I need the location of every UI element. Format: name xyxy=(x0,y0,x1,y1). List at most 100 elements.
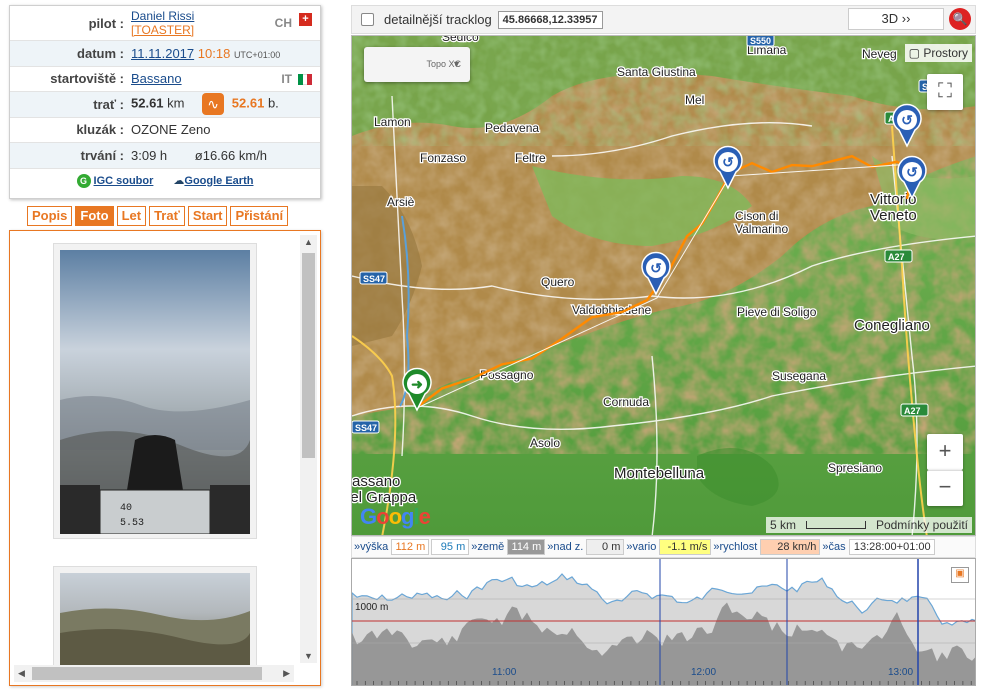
time-value: 13:28:00+01:00 xyxy=(848,539,935,555)
map-place-label: Cornuda xyxy=(603,395,649,409)
horizontal-scroll-thumb[interactable] xyxy=(32,667,262,680)
above-ground-label[interactable]: »nad z. xyxy=(547,541,583,553)
svg-text:↺: ↺ xyxy=(722,154,734,170)
photo-vertical-scrollbar[interactable]: ▲ ▼ xyxy=(300,235,317,663)
map-place-label: Vittorio Veneto xyxy=(870,191,917,224)
avg-speed-value: ø16.66 km/h xyxy=(194,147,268,163)
tab-start[interactable]: Start xyxy=(187,206,228,226)
3d-view-button[interactable]: 3D ›› xyxy=(848,8,944,30)
google-earth-link[interactable]: Google Earth xyxy=(184,175,253,187)
italy-flag-icon xyxy=(298,73,313,85)
photo-image: 40 5.53 xyxy=(60,250,250,535)
ground-label[interactable]: »země xyxy=(471,541,504,553)
vario-value: -1.1 m/s xyxy=(659,539,712,555)
kluzak-label: kluzák : xyxy=(76,122,124,138)
time-tick-label: 12:00 xyxy=(691,667,716,678)
svg-text:S550: S550 xyxy=(750,36,771,46)
trat-row: trať : 52.61 km ∿ 52.61 b. xyxy=(10,92,320,118)
time-tick-label: 11:00 xyxy=(492,667,517,678)
start-label: startoviště : xyxy=(50,71,124,87)
vertical-scroll-thumb[interactable] xyxy=(302,253,315,458)
scroll-down-arrow-icon[interactable]: ▼ xyxy=(304,651,313,661)
map-place-label: Mel xyxy=(685,93,704,107)
tab-pristani[interactable]: Přistání xyxy=(230,206,289,226)
map-place-label: Asolo xyxy=(530,436,560,450)
profile-graph: 1000 m 11:00 12:00 13:00 xyxy=(352,559,975,685)
fullscreen-icon[interactable]: ⛶ xyxy=(927,74,963,110)
trat-label: trať : xyxy=(93,96,124,112)
zoom-in-button[interactable]: + xyxy=(927,434,963,470)
altitude-label[interactable]: »výška xyxy=(354,541,388,553)
date-link[interactable]: 11.11.2017 xyxy=(131,46,194,61)
map-place-label: Santa Giustina xyxy=(617,65,696,79)
glider-value: OZONE Zeno xyxy=(131,122,211,138)
map-place-label: Quero xyxy=(541,275,575,289)
speed-label[interactable]: »rychlost xyxy=(713,541,757,553)
road-shield: A27 xyxy=(884,249,913,263)
dropdown-arrow-icon: ▼ xyxy=(452,59,461,69)
above-ground-value: 0 m xyxy=(586,539,625,555)
map-place-label: Lamon xyxy=(374,115,411,129)
svg-text:SS47: SS47 xyxy=(355,423,377,433)
map-place-label: Conegliano xyxy=(854,317,930,334)
pilot-label: pilot : xyxy=(88,15,124,31)
map-place-label: Neveg xyxy=(862,47,897,61)
svg-text:SS47: SS47 xyxy=(363,274,385,284)
time-value: 10:18 xyxy=(197,45,231,61)
tab-popis[interactable]: Popis xyxy=(27,206,73,226)
points-unit: b. xyxy=(267,95,279,111)
igc-file-icon: G xyxy=(76,173,91,188)
road-shield: SS47 xyxy=(352,420,380,434)
start-place-link[interactable]: Bassano xyxy=(131,71,182,86)
scroll-left-arrow-icon[interactable]: ◀ xyxy=(18,668,25,679)
export-image-icon[interactable]: ▣ xyxy=(951,567,969,583)
distance-unit: km xyxy=(167,95,185,111)
kluzak-row: kluzák : OZONE Zeno xyxy=(10,118,320,143)
tab-let[interactable]: Let xyxy=(116,206,147,226)
layers-toggle[interactable]: ▢ Prostory xyxy=(904,44,972,62)
start-country-code: IT xyxy=(281,71,292,86)
detail-tabs: Popis Foto Let Trať Start Přistání xyxy=(27,206,289,226)
datum-label: datum : xyxy=(77,45,124,61)
photo-thumbnail[interactable] xyxy=(53,566,257,676)
map-type-select[interactable]: Topo XC ▼ xyxy=(364,47,470,82)
timezone-value: UTC+01:00 xyxy=(233,49,281,60)
svg-text:40: 40 xyxy=(120,503,132,514)
svg-text:➜: ➜ xyxy=(411,376,423,392)
road-shield: S550 xyxy=(746,36,775,47)
svg-text:↺: ↺ xyxy=(906,164,918,180)
scale-bar: 5 km Podmínky použití xyxy=(765,517,972,533)
layers-label: Prostory xyxy=(923,46,968,60)
altitude-profile-chart[interactable]: 1000 m 11:00 12:00 13:00 ▣ xyxy=(351,558,976,686)
distance-value: 52.61 xyxy=(131,95,164,111)
detailed-tracklog-checkbox[interactable] xyxy=(361,13,374,26)
time-label[interactable]: »čas xyxy=(822,541,845,553)
scroll-up-arrow-icon[interactable]: ▲ xyxy=(304,237,313,247)
ground-value: 114 m xyxy=(507,539,546,555)
vario-label[interactable]: »vario xyxy=(626,541,656,553)
tab-foto[interactable]: Foto xyxy=(75,206,114,226)
svg-text:A27: A27 xyxy=(904,406,921,416)
flight-info-panel: pilot : Daniel Rissi [TOASTER] CH + datu… xyxy=(9,5,321,199)
svg-text:↺: ↺ xyxy=(901,112,913,128)
coordinates-display: 45.86668,12.33957 xyxy=(497,10,603,29)
photo-horizontal-scrollbar[interactable]: ◀ ▶ xyxy=(14,665,294,682)
google-earth-icon: ☁ xyxy=(173,174,185,187)
tab-trat[interactable]: Trať xyxy=(149,206,185,226)
zoom-out-button[interactable]: − xyxy=(927,470,963,506)
altitude-value: 112 m xyxy=(391,539,430,555)
svg-text:A27: A27 xyxy=(888,252,905,262)
map-place-label: Pedavena xyxy=(485,121,539,135)
pilot-row: pilot : Daniel Rissi [TOASTER] CH + xyxy=(10,6,320,41)
route-type-icon: ∿ xyxy=(202,93,225,116)
photo-thumbnail[interactable]: 40 5.53 xyxy=(53,243,257,539)
scroll-right-arrow-icon[interactable]: ▶ xyxy=(283,668,290,679)
search-icon[interactable]: 🔍 xyxy=(949,8,971,30)
photo-gallery: 40 5.53 ▲ ▼ ◀ ▶ xyxy=(9,230,321,686)
scale-label: 5 km xyxy=(769,518,796,532)
google-logo: Google xyxy=(360,504,431,529)
igc-file-link[interactable]: IGC soubor xyxy=(94,175,154,187)
terms-link[interactable]: Podmínky použití xyxy=(876,518,968,532)
download-links: G IGC soubor ☁Google Earth xyxy=(10,169,320,188)
map-canvas[interactable]: Sedico Limana Neveg Santa Giustina Mel Lamon P… xyxy=(351,35,976,536)
